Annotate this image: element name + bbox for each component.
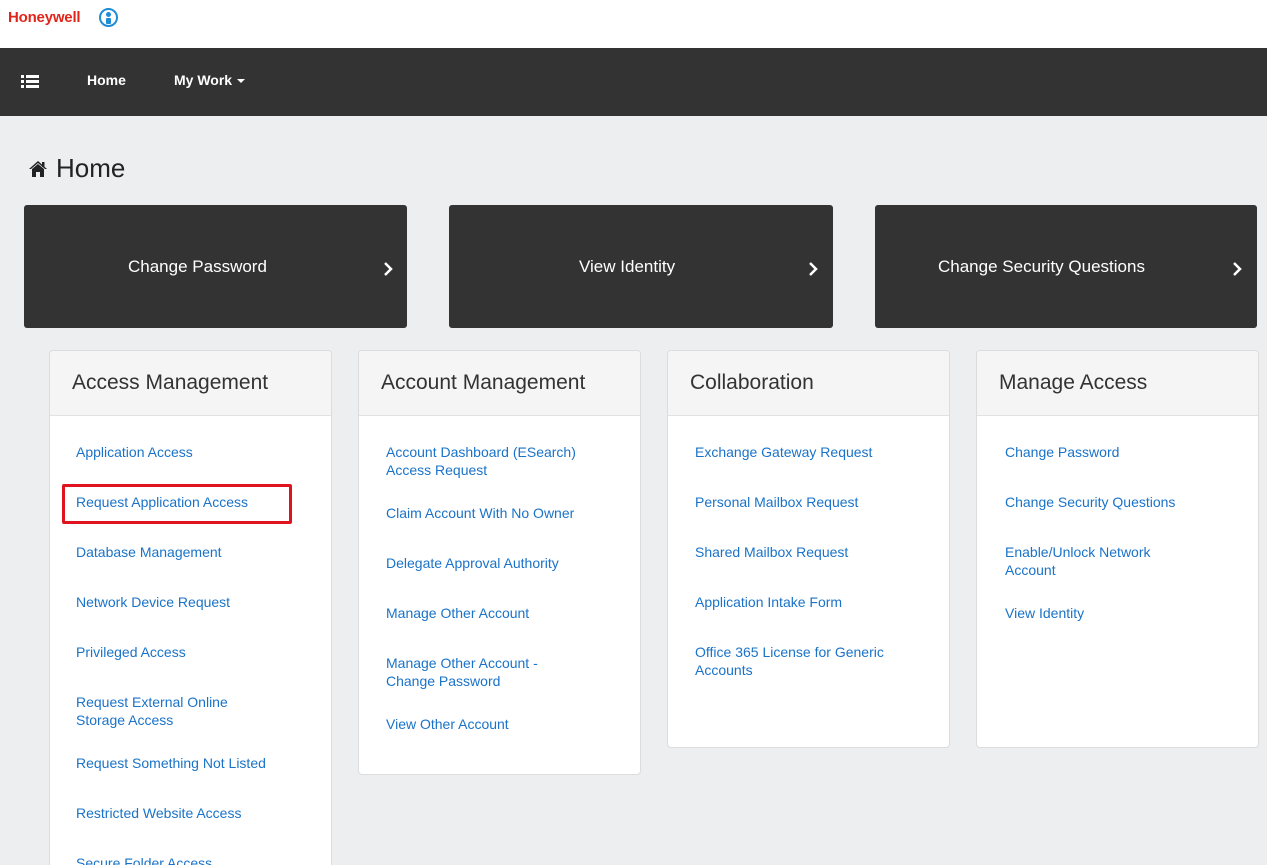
nav-home-link[interactable]: Home (87, 72, 126, 88)
panel-link[interactable]: Network Device Request (76, 593, 315, 611)
top-navbar: Home My Work (0, 48, 1267, 116)
panel-title: Manage Access (977, 351, 1258, 416)
chevron-right-icon (1233, 262, 1242, 276)
tile-label: Change Security Questions (938, 257, 1145, 276)
tile-change-password[interactable]: Change Password (24, 205, 407, 328)
panel-link[interactable]: Delegate Approval Authority (386, 554, 624, 572)
nav-my-work-label: My Work (174, 72, 233, 88)
panel-link[interactable]: Claim Account With No Owner (386, 504, 624, 522)
panel-link[interactable]: View Other Account (386, 715, 624, 733)
panel-link[interactable]: Change Security Questions (1005, 493, 1242, 511)
panel-link[interactable]: Manage Other Account - Change Password (386, 654, 576, 690)
panel-link[interactable]: Application Intake Form (695, 593, 933, 611)
tile-label: Change Password (128, 257, 267, 276)
panel-link[interactable]: Application Access (76, 443, 315, 461)
panel-account-management: Account Management Account Dashboard (ES… (358, 350, 641, 775)
panel-title: Access Management (50, 351, 331, 416)
panel-link[interactable]: Personal Mailbox Request (695, 493, 933, 511)
panel-link[interactable]: Request External Online Storage Access (76, 693, 266, 729)
tile-change-security-questions[interactable]: Change Security Questions (875, 205, 1257, 328)
panel-link[interactable]: View Identity (1005, 604, 1242, 622)
panel-title: Account Management (359, 351, 640, 416)
brand-bar: Honeywell (0, 0, 1267, 48)
panel-title: Collaboration (668, 351, 949, 416)
page-title-text: Home (56, 153, 126, 183)
panel-access-management: Access Management Application Access Req… (49, 350, 332, 865)
chevron-right-icon (384, 262, 393, 276)
panel-link[interactable]: Shared Mailbox Request (695, 543, 933, 561)
nav-my-work-dropdown[interactable]: My Work (174, 72, 246, 88)
panel-link[interactable]: Change Password (1005, 443, 1242, 461)
tile-label: View Identity (579, 257, 676, 276)
panel-link[interactable]: Secure Folder Access (76, 854, 315, 865)
panel-link[interactable]: Manage Other Account (386, 604, 624, 622)
panel-link-highlighted[interactable]: Request Application Access (62, 484, 315, 524)
panel-link[interactable]: Exchange Gateway Request (695, 443, 933, 461)
panel-link[interactable]: Restricted Website Access (76, 804, 315, 822)
panel-collaboration: Collaboration Exchange Gateway Request P… (667, 350, 950, 748)
page-title: Home (28, 153, 125, 184)
chevron-right-icon (809, 262, 818, 276)
panel-link[interactable]: Office 365 License for Generic Accounts (695, 643, 925, 679)
tile-view-identity[interactable]: View Identity (449, 205, 833, 328)
panel-link[interactable]: Request Something Not Listed (76, 754, 315, 772)
home-icon (29, 160, 47, 177)
panel-link[interactable]: Database Management (76, 543, 315, 561)
user-circle-icon[interactable] (99, 8, 118, 27)
panel-manage-access: Manage Access Change Password Change Sec… (976, 350, 1259, 748)
brand-logo[interactable]: Honeywell (8, 9, 81, 26)
panel-link[interactable]: Privileged Access (76, 643, 315, 661)
highlight-box (62, 484, 292, 524)
caret-down-icon (237, 79, 246, 84)
list-icon[interactable] (21, 75, 39, 89)
panel-link[interactable]: Account Dashboard (ESearch) Access Reque… (386, 443, 616, 479)
panel-link[interactable]: Enable/Unlock Network Account (1005, 543, 1195, 579)
